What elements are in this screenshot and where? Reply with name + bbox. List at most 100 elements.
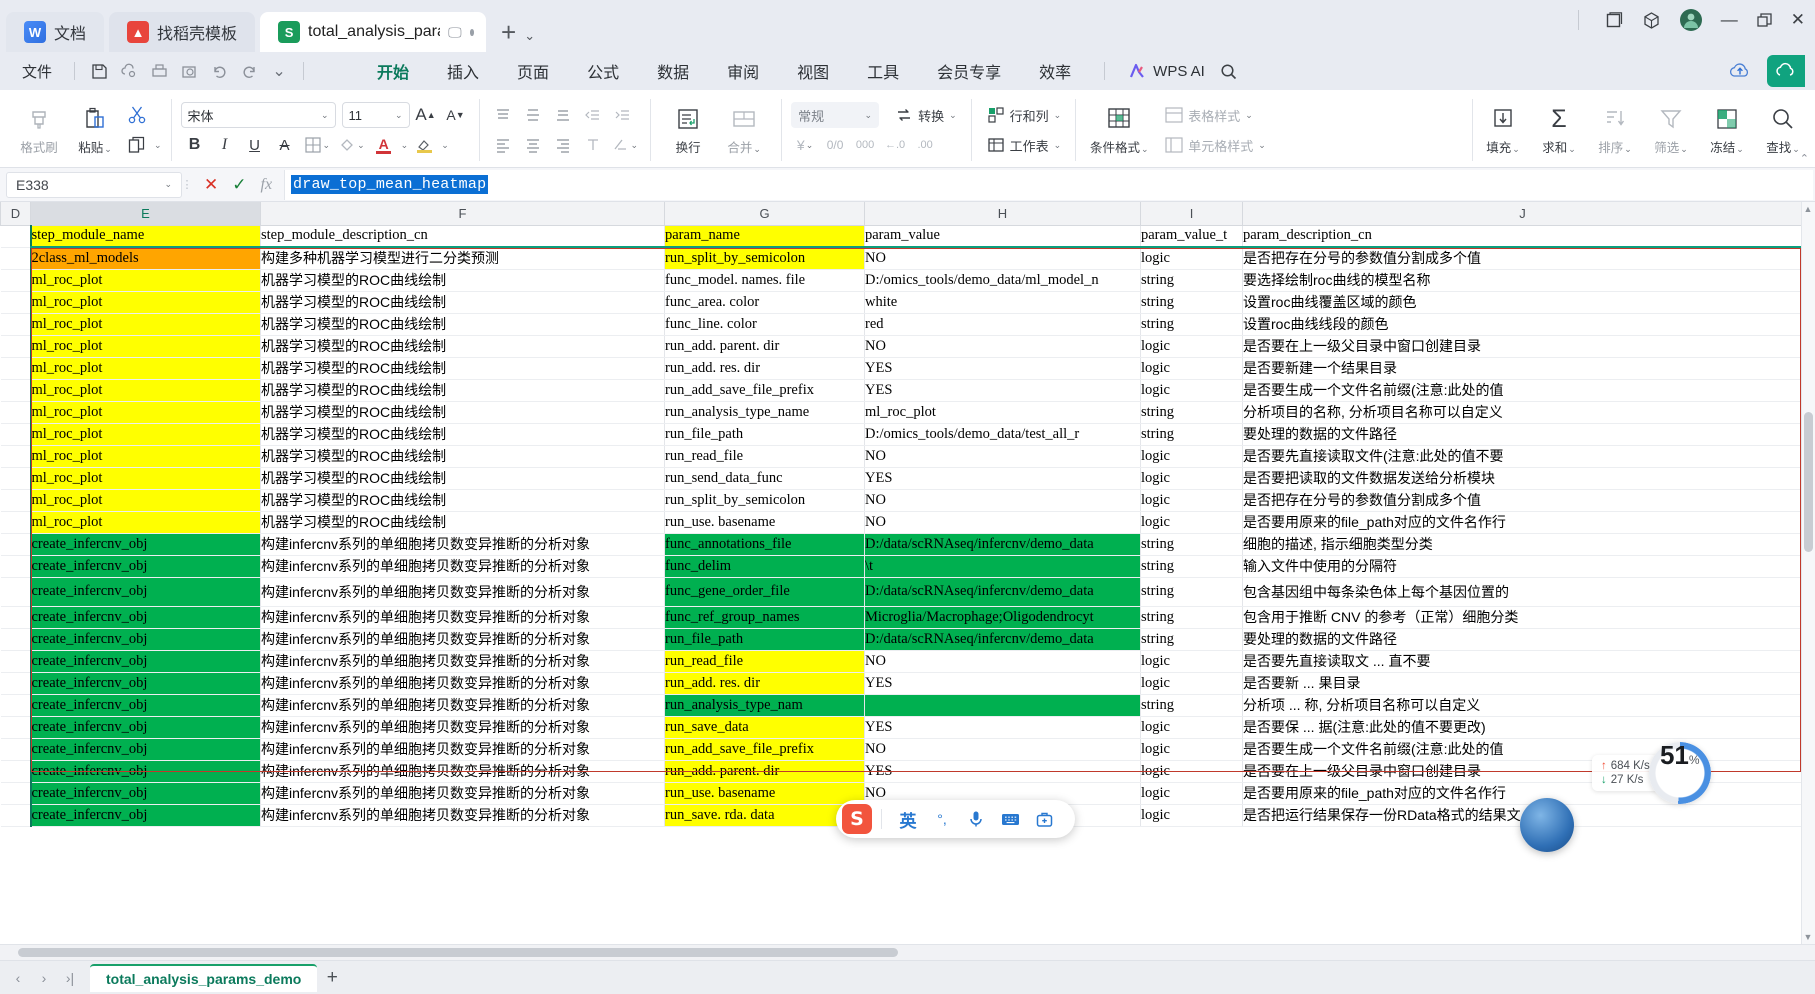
table-row[interactable]: create_infercnv_obj 构建infercnv系列的单细胞拷贝数变异… bbox=[0, 672, 1803, 695]
cell-G-19[interactable]: run_add. res. dir bbox=[664, 672, 865, 695]
cell-J-5[interactable]: 是否要新建一个结果目录 bbox=[1242, 357, 1803, 380]
cell-F-10[interactable]: 机器学习模型的ROC曲线绘制 bbox=[260, 467, 665, 490]
table-row[interactable]: create_infercnv_obj 构建infercnv系列的单细胞拷贝数变异… bbox=[0, 694, 1803, 717]
cell-E-13[interactable]: create_infercnv_obj bbox=[29, 533, 261, 556]
horizontal-scroll-thumb[interactable] bbox=[18, 948, 898, 957]
column-header-H[interactable]: H bbox=[864, 202, 1141, 226]
cell-H-14[interactable]: \t bbox=[864, 555, 1141, 578]
cell-J-7[interactable]: 分析项目的名称, 分析项目名称可以自定义 bbox=[1242, 401, 1803, 424]
cell-G-4[interactable]: run_add. parent. dir bbox=[664, 335, 865, 358]
table-row[interactable]: create_infercnv_obj 构建infercnv系列的单细胞拷贝数变异… bbox=[0, 760, 1803, 783]
cell-J-header[interactable]: param_description_cn bbox=[1242, 225, 1803, 248]
cell-E-5[interactable]: ml_roc_plot bbox=[29, 357, 261, 380]
cell-G-8[interactable]: run_file_path bbox=[664, 423, 865, 446]
cell-H-8[interactable]: D:/omics_tools/demo_data/test_all_r bbox=[864, 423, 1141, 446]
currency-format-button[interactable]: ¥ ⌄ bbox=[791, 132, 819, 158]
paste-button[interactable]: 粘贴⌄ bbox=[67, 93, 123, 167]
cell-I-15[interactable]: string bbox=[1140, 577, 1243, 607]
cell-G-22[interactable]: run_add_save_file_prefix bbox=[664, 738, 865, 761]
cell-F-19[interactable]: 构建infercnv系列的单细胞拷贝数变异推断的分析对象 bbox=[260, 672, 665, 695]
align-middle-button[interactable] bbox=[519, 102, 547, 128]
cell-H-6[interactable]: YES bbox=[864, 379, 1141, 402]
confirm-edit-button[interactable]: ✓ bbox=[232, 175, 246, 195]
table-row[interactable]: create_infercnv_obj 构建infercnv系列的单细胞拷贝数变异… bbox=[0, 650, 1803, 673]
cell-I-20[interactable]: string bbox=[1140, 694, 1243, 717]
ime-punctuation-icon[interactable]: °, bbox=[925, 804, 959, 834]
ime-language-toggle[interactable]: 英 bbox=[891, 804, 925, 834]
table-row[interactable]: ml_roc_plot 机器学习模型的ROC曲线绘制 func_model. nam… bbox=[0, 269, 1803, 292]
table-row[interactable]: ml_roc_plot 机器学习模型的ROC曲线绘制 run_analysis_ty… bbox=[0, 401, 1803, 424]
cell-H-20[interactable] bbox=[864, 694, 1141, 717]
cell-H-3[interactable]: red bbox=[864, 313, 1141, 336]
cell-H-23[interactable]: YES bbox=[864, 760, 1141, 783]
sort-button[interactable]: 排序⌄ bbox=[1587, 93, 1643, 167]
cell-D-13[interactable] bbox=[0, 533, 31, 556]
cell-E-22[interactable]: create_infercnv_obj bbox=[29, 738, 261, 761]
cell-E-16[interactable]: create_infercnv_obj bbox=[29, 606, 261, 629]
cell-G-1[interactable]: func_model. names. file bbox=[664, 269, 865, 292]
search-icon[interactable] bbox=[1215, 59, 1243, 83]
cell-F-17[interactable]: 构建infercnv系列的单细胞拷贝数变异推断的分析对象 bbox=[260, 628, 665, 651]
table-row[interactable]: create_infercnv_obj 构建infercnv系列的单细胞拷贝数变异… bbox=[0, 628, 1803, 651]
cell-E-24[interactable]: create_infercnv_obj bbox=[29, 782, 261, 805]
cell-I-header[interactable]: param_value_t bbox=[1140, 225, 1243, 248]
print-icon[interactable] bbox=[145, 59, 173, 83]
cell-E-14[interactable]: create_infercnv_obj bbox=[29, 555, 261, 578]
cell-H-11[interactable]: NO bbox=[864, 489, 1141, 512]
sheet-tab-active[interactable]: total_analysis_params_demo bbox=[90, 963, 318, 992]
cell-E-2[interactable]: ml_roc_plot bbox=[29, 291, 261, 314]
cell-E-18[interactable]: create_infercnv_obj bbox=[29, 650, 261, 673]
cell-H-21[interactable]: YES bbox=[864, 716, 1141, 739]
vertical-scrollbar[interactable]: ▲ ▼ bbox=[1801, 202, 1815, 944]
cell-E-8[interactable]: ml_roc_plot bbox=[29, 423, 261, 446]
column-header-F[interactable]: F bbox=[260, 202, 665, 226]
ime-keyboard-icon[interactable] bbox=[993, 804, 1027, 834]
cell-J-13[interactable]: 细胞的描述, 指示细胞类型分类 bbox=[1242, 533, 1803, 556]
cell-I-12[interactable]: logic bbox=[1140, 511, 1243, 534]
cell-E-0[interactable]: 2class_ml_models bbox=[29, 247, 261, 270]
document-tab-2[interactable]: S total_analysis_params_demo 🖵 bbox=[260, 12, 487, 52]
table-row[interactable]: ml_roc_plot 机器学习模型的ROC曲线绘制 run_use. basena… bbox=[0, 511, 1803, 534]
cell-H-16[interactable]: Microglia/Macrophage;Oligodendrocyt bbox=[864, 606, 1141, 629]
cell-F-7[interactable]: 机器学习模型的ROC曲线绘制 bbox=[260, 401, 665, 424]
cell-F-2[interactable]: 机器学习模型的ROC曲线绘制 bbox=[260, 291, 665, 314]
align-left-button[interactable] bbox=[489, 132, 517, 158]
table-row[interactable]: create_infercnv_obj 构建infercnv系列的单细胞拷贝数变异… bbox=[0, 716, 1803, 739]
cell-E-21[interactable]: create_infercnv_obj bbox=[29, 716, 261, 739]
cell-J-9[interactable]: 是否要先直接读取文件(注意:此处的值不要 bbox=[1242, 445, 1803, 468]
column-header-G[interactable]: G bbox=[664, 202, 865, 226]
cell-I-0[interactable]: logic bbox=[1140, 247, 1243, 270]
cell-F-6[interactable]: 机器学习模型的ROC曲线绘制 bbox=[260, 379, 665, 402]
next-sheet-icon[interactable]: › bbox=[32, 966, 56, 990]
table-row[interactable]: ml_roc_plot 机器学习模型的ROC曲线绘制 run_read_file NO… bbox=[0, 445, 1803, 468]
cell-G-11[interactable]: run_split_by_semicolon bbox=[664, 489, 865, 512]
cell-F-12[interactable]: 机器学习模型的ROC曲线绘制 bbox=[260, 511, 665, 534]
cell-J-11[interactable]: 是否把存在分号的参数值分割成多个值 bbox=[1242, 489, 1803, 512]
cell-G-2[interactable]: func_area. color bbox=[664, 291, 865, 314]
cell-F-14[interactable]: 构建infercnv系列的单细胞拷贝数变异推断的分析对象 bbox=[260, 555, 665, 578]
column-header-J[interactable]: J bbox=[1242, 202, 1803, 226]
table-row[interactable]: ml_roc_plot 机器学习模型的ROC曲线绘制 run_send_data_f… bbox=[0, 467, 1803, 490]
cell-G-13[interactable]: func_annotations_file bbox=[664, 533, 865, 556]
cell-D-8[interactable] bbox=[0, 423, 31, 446]
cell-G-6[interactable]: run_add_save_file_prefix bbox=[664, 379, 865, 402]
cell-G-20[interactable]: run_analysis_type_nam bbox=[664, 694, 865, 717]
freeze-button[interactable]: 冻结⌄ bbox=[1699, 93, 1755, 167]
cell-D-4[interactable] bbox=[0, 335, 31, 358]
cell-J-4[interactable]: 是否要在上一级父目录中窗口创建目录 bbox=[1242, 335, 1803, 358]
cell-I-11[interactable]: logic bbox=[1140, 489, 1243, 512]
cell-J-1[interactable]: 要选择绘制roc曲线的模型名称 bbox=[1242, 269, 1803, 292]
cell-F-1[interactable]: 机器学习模型的ROC曲线绘制 bbox=[260, 269, 665, 292]
cell-J-15[interactable]: 包含基因组中每条染色体上每个基因位置的 bbox=[1242, 577, 1803, 607]
cell-D-23[interactable] bbox=[0, 760, 31, 783]
cell-H-header[interactable]: param_value bbox=[864, 225, 1141, 248]
cell-I-23[interactable]: logic bbox=[1140, 760, 1243, 783]
formula-bar-grip[interactable]: ⋮ bbox=[182, 178, 193, 191]
cell-H-0[interactable]: NO bbox=[864, 247, 1141, 270]
cell-J-16[interactable]: 包含用于推断 CNV 的参考（正常）细胞分类 bbox=[1242, 606, 1803, 629]
cell-D-22[interactable] bbox=[0, 738, 31, 761]
document-tab-1[interactable]: ▲ 找稻壳模板 bbox=[109, 12, 256, 52]
cell-I-17[interactable]: string bbox=[1140, 628, 1243, 651]
borders-button[interactable]: ⌄ bbox=[301, 132, 334, 158]
cell-F-13[interactable]: 构建infercnv系列的单细胞拷贝数变异推断的分析对象 bbox=[260, 533, 665, 556]
